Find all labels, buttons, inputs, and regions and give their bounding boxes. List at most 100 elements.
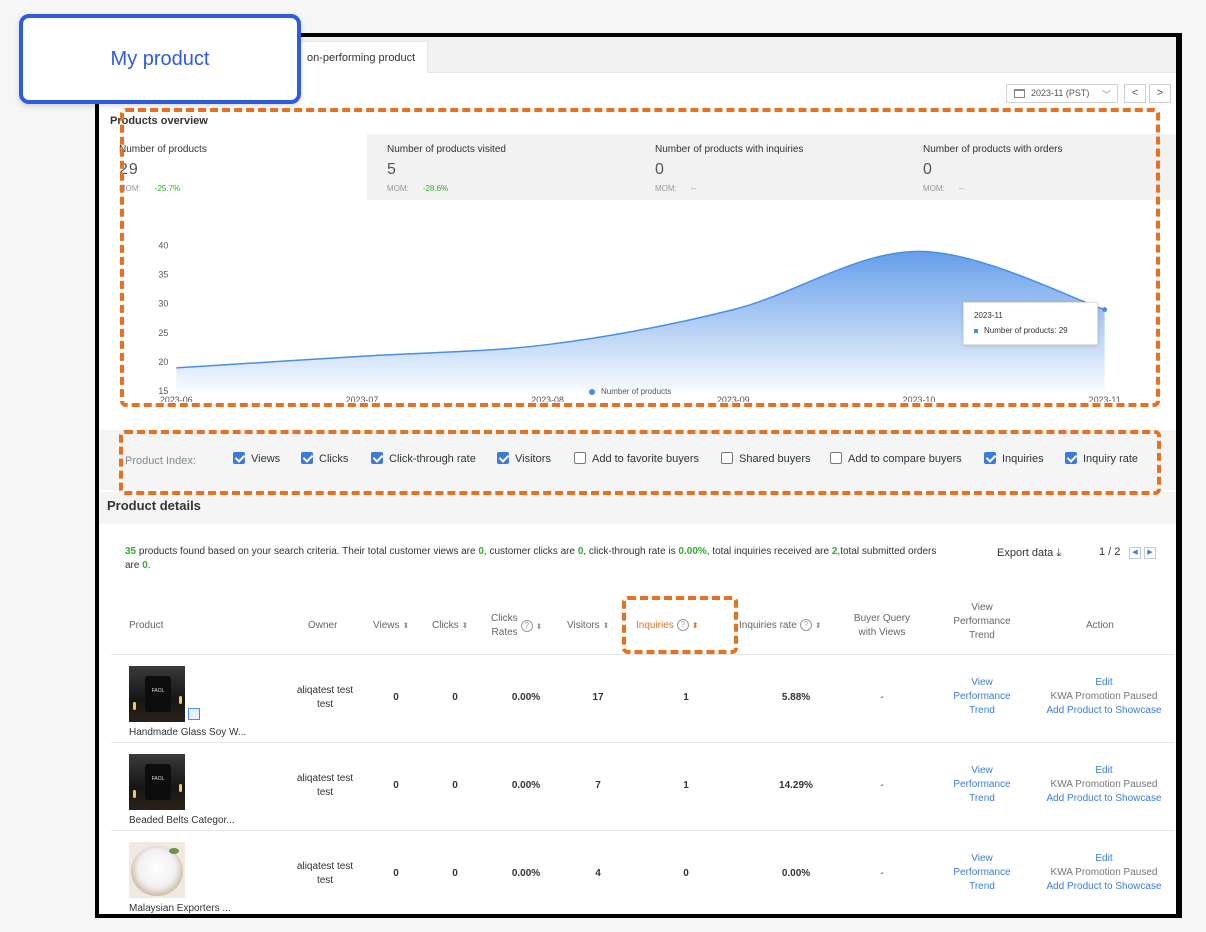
next-month-button[interactable]: >	[1149, 84, 1171, 103]
product-image[interactable]: FAOL	[129, 754, 185, 810]
tooltip-title: 2023-11	[974, 311, 1003, 320]
help-icon[interactable]: ?	[799, 619, 812, 632]
sort-icon: ⬍	[402, 621, 410, 630]
chevron-down-icon: ﹀	[1101, 90, 1111, 100]
tab-my-product[interactable]: My product	[19, 14, 301, 104]
product-index-filter: Product Index: Views Clicks Click-throug…	[99, 430, 1176, 490]
col-action: Action	[1086, 620, 1114, 631]
y-tick-label: 40	[158, 240, 168, 250]
clicks-rate-value: 0.00%	[511, 780, 541, 791]
checkbox-icon	[301, 452, 313, 464]
clicks-rate-value: 0.00%	[511, 868, 541, 879]
overview-title: Products overview	[110, 115, 208, 127]
col-visitors[interactable]: Visitors ⬍	[567, 619, 609, 633]
export-data-button[interactable]: Export data ⤓	[997, 547, 1061, 560]
checkbox-compare-buyers[interactable]: Add to compare buyers	[830, 450, 962, 470]
qr-code-icon[interactable]	[188, 708, 200, 720]
edit-link[interactable]: Edit	[1039, 764, 1169, 778]
inquiries-value: 1	[683, 780, 689, 791]
col-inquiries-rate[interactable]: Inquiries rate? ⬍	[739, 619, 822, 633]
checkbox-icon	[371, 452, 383, 464]
legend-label: Number of products	[601, 387, 672, 396]
tab-underperforming[interactable]: on-performing product	[294, 41, 429, 73]
x-tick-label: 2023-11	[1089, 395, 1121, 402]
prev-page-button[interactable]: ◀	[1129, 547, 1141, 559]
col-clicks-rates[interactable]: Clicks Rates? ⬍	[491, 612, 542, 640]
col-owner: Owner	[308, 620, 338, 631]
table-row: FAOL Handmade Glass Soy W... aliqatest t…	[111, 656, 1174, 743]
product-name[interactable]: Malaysian Exporters ...	[129, 903, 231, 914]
owner: aliqatest test test	[296, 685, 354, 710]
metric-label: Number of products with orders	[923, 144, 1063, 155]
month-selector[interactable]: 2023-11 (PST) ﹀	[1006, 84, 1118, 103]
clicks-value: 0	[452, 780, 458, 791]
owner: aliqatest test test	[296, 861, 354, 886]
data-point	[1102, 307, 1108, 313]
inquiries-value: 0	[683, 868, 689, 879]
metric-card-orders[interactable]: Number of products with orders 0 MOM: --	[903, 134, 1176, 200]
x-tick-label: 2023-07	[346, 395, 379, 402]
metric-label: Number of products with inquiries	[655, 144, 804, 155]
checkbox-icon	[984, 452, 996, 464]
checkbox-icon	[497, 452, 509, 464]
metric-card-products[interactable]: Number of products 29 MOM: -25.7%	[99, 134, 367, 200]
visitors-value: 17	[592, 692, 604, 703]
product-name[interactable]: Handmade Glass Soy W...	[129, 727, 246, 738]
metric-value: 0	[923, 161, 933, 178]
chart-tooltip: 2023-11 Number of products: 29	[963, 302, 1098, 345]
add-to-showcase-link[interactable]: Add Product to Showcase	[1039, 704, 1169, 718]
metric-card-inquiries[interactable]: Number of products with inquiries 0 MOM:…	[635, 134, 903, 200]
details-title: Product details	[107, 498, 201, 513]
inquiries-rate-value: 14.29%	[779, 780, 813, 791]
clicks-value: 0	[452, 868, 458, 879]
prev-month-button[interactable]: <	[1124, 84, 1146, 103]
chart-legend[interactable]: Number of products	[589, 387, 671, 396]
analytics-panel: on-performing product 2023-11 (PST) ﹀ < …	[95, 33, 1182, 918]
col-buyer-query: Buyer Query with Views	[853, 613, 911, 638]
checkbox-clicks[interactable]: Clicks	[301, 450, 348, 470]
view-performance-trend-link[interactable]: View Performance Trend	[947, 764, 1017, 806]
metric-label: Number of products visited	[387, 144, 506, 155]
col-views[interactable]: Views ⬍	[373, 619, 409, 633]
checkbox-ctr[interactable]: Click-through rate	[371, 450, 476, 470]
table-header: Product Owner Views ⬍ Clicks ⬍ Clicks Rates…	[111, 597, 1174, 655]
row-actions: Edit KWA Promotion Paused Add Product to…	[1039, 852, 1169, 894]
next-page-button[interactable]: ▶	[1144, 547, 1156, 559]
view-performance-trend-link[interactable]: View Performance Trend	[947, 852, 1017, 894]
checkbox-inquiry-rate[interactable]: Inquiry rate	[1065, 450, 1138, 470]
checkbox-inquiries[interactable]: Inquiries	[984, 450, 1044, 470]
metric-label: Number of products	[119, 144, 207, 155]
y-tick-label: 35	[158, 270, 168, 280]
x-tick-label: 2023-10	[903, 395, 936, 402]
checkbox-icon	[830, 452, 842, 464]
page: on-performing product 2023-11 (PST) ﹀ < …	[0, 0, 1206, 932]
metric-card-visited[interactable]: Number of products visited 5 MOM: -28.6%	[367, 134, 635, 200]
checkbox-views[interactable]: Views	[233, 450, 280, 470]
add-to-showcase-link[interactable]: Add Product to Showcase	[1039, 880, 1169, 894]
product-image[interactable]	[129, 842, 185, 898]
product-image[interactable]: FAOL	[129, 666, 185, 722]
help-icon[interactable]: ?	[520, 620, 533, 632]
visitors-value: 4	[595, 868, 601, 879]
sort-icon: ⬍	[602, 621, 610, 630]
checkbox-visitors[interactable]: Visitors	[497, 450, 551, 470]
edit-link[interactable]: Edit	[1039, 852, 1169, 866]
edit-link[interactable]: Edit	[1039, 676, 1169, 690]
checkbox-shared-buyers[interactable]: Shared buyers	[721, 450, 811, 470]
view-performance-trend-link[interactable]: View Performance Trend	[947, 676, 1017, 718]
metric-value: 5	[387, 161, 397, 178]
clicks-value: 0	[452, 692, 458, 703]
sort-icon: ⬍	[691, 621, 699, 630]
add-to-showcase-link[interactable]: Add Product to Showcase	[1039, 792, 1169, 806]
col-inquiries[interactable]: Inquiries? ⬍	[636, 619, 699, 633]
checkbox-icon	[233, 452, 245, 464]
y-tick-label: 25	[158, 328, 168, 338]
checkbox-favorite-buyers[interactable]: Add to favorite buyers	[574, 450, 699, 470]
help-icon[interactable]: ?	[676, 619, 689, 632]
inquiries-rate-value: 5.88%	[781, 692, 811, 703]
col-clicks[interactable]: Clicks ⬍	[432, 619, 468, 633]
product-name[interactable]: Beaded Belts Categor...	[129, 815, 235, 826]
table-row: FAOL Beaded Belts Categor... aliqatest t…	[111, 744, 1174, 831]
series-dot-icon	[974, 328, 978, 333]
owner: aliqatest test test	[296, 773, 354, 798]
